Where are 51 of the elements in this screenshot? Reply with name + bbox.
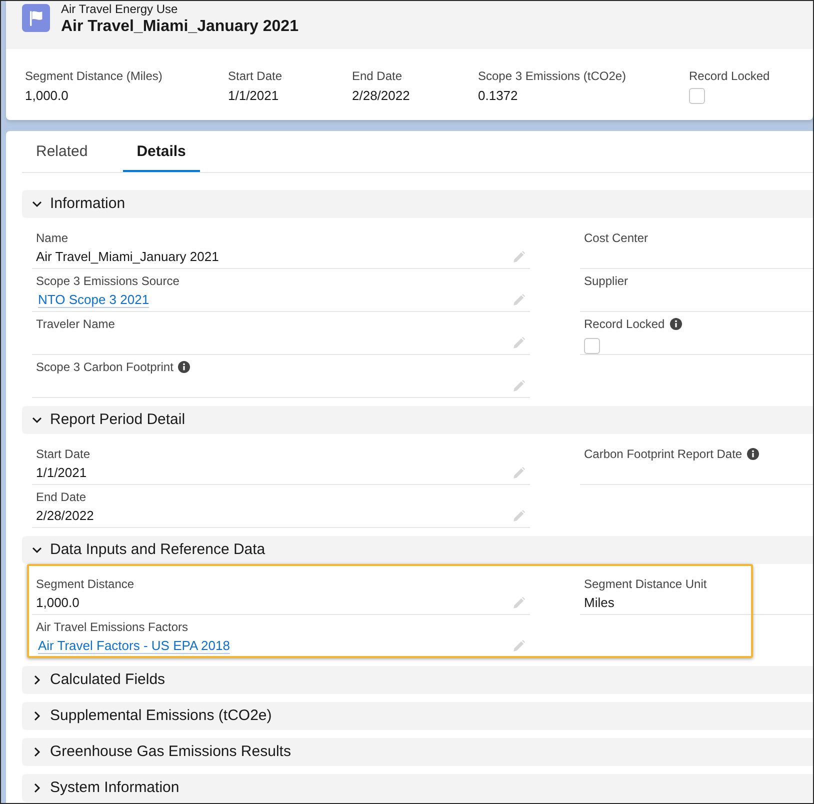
pencil-icon[interactable] (513, 467, 525, 479)
flag-icon (22, 4, 50, 32)
pencil-icon[interactable] (513, 380, 525, 392)
field-label: End Date (36, 489, 86, 505)
section-header[interactable]: Supplemental Emissions (tCO2e) (22, 702, 813, 730)
record-title: Air Travel_Miami_January 2021 (61, 17, 298, 37)
field-label: Segment Distance Unit (584, 576, 707, 592)
field-label: Scope 3 Emissions Source (36, 273, 180, 289)
pencil-icon[interactable] (513, 597, 525, 609)
field-label: Cost Center (584, 230, 648, 246)
pencil-icon[interactable] (513, 510, 525, 522)
field-value: 2/28/2022 (36, 507, 94, 525)
record-link[interactable]: Air Travel Factors - US EPA 2018 (38, 636, 230, 656)
highlight-label: Scope 3 Emissions (tCO2e) (478, 68, 628, 84)
record-link[interactable]: NTO Scope 3 2021 (38, 290, 150, 310)
highlight-label: Start Date (228, 68, 284, 84)
checkbox[interactable] (689, 88, 705, 104)
pencil-icon[interactable] (513, 251, 525, 263)
field-value: 1/1/2021 (36, 464, 87, 482)
field-label: Carbon Footprint Report Date (584, 446, 742, 462)
highlight-value: 1,000.0 (25, 87, 68, 105)
highlight-label: Record Locked (689, 68, 771, 84)
pencil-icon[interactable] (513, 640, 525, 652)
section-header[interactable]: Information (22, 190, 813, 218)
highlight-label: End Date (352, 68, 404, 84)
field-label: Supplier (584, 273, 628, 289)
pencil-icon[interactable] (513, 337, 525, 349)
tab[interactable]: Details (122, 131, 200, 172)
object-type-label: Air Travel Energy Use (61, 2, 179, 17)
field-label: Scope 3 Carbon Footprint (36, 359, 174, 375)
checkbox[interactable] (584, 338, 600, 354)
field-label: Name (36, 230, 68, 246)
field-label: Start Date (36, 446, 90, 462)
tab[interactable]: Related (22, 131, 102, 172)
field-label: Traveler Name (36, 316, 115, 332)
highlight-value: 0.1372 (478, 87, 518, 105)
pencil-icon[interactable] (513, 294, 525, 306)
section-header[interactable]: Data Inputs and Reference Data (22, 536, 813, 564)
field-value: 1,000.0 (36, 594, 80, 612)
section-header[interactable]: Calculated Fields (22, 666, 813, 694)
field-value: Air Travel_Miami_January 2021 (36, 248, 219, 266)
highlight-label: Segment Distance (Miles) (25, 68, 164, 84)
field-value: Miles (584, 594, 614, 612)
field-label: Air Travel Emissions Factors (36, 619, 188, 635)
section-header[interactable]: Report Period Detail (22, 406, 813, 434)
highlight-value: 1/1/2021 (228, 87, 279, 105)
field-label: Segment Distance (36, 576, 134, 592)
highlight-value: 2/28/2022 (352, 87, 410, 105)
section-header[interactable]: Greenhouse Gas Emissions Results (22, 738, 813, 766)
section-header[interactable]: System Information (22, 774, 813, 802)
field-label: Record Locked (584, 316, 665, 332)
